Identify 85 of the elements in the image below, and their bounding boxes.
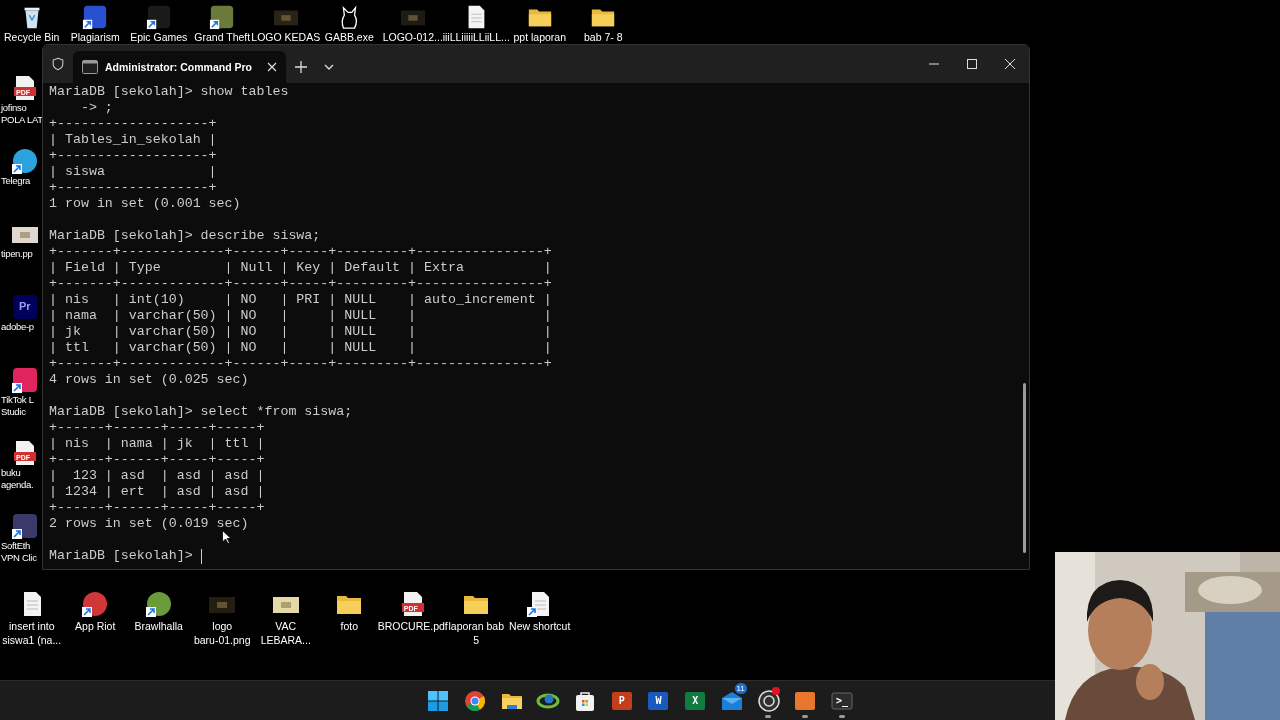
icon-label: adobe-p — [0, 321, 34, 333]
app-icon[interactable] — [11, 512, 39, 540]
icon-label: Studic — [0, 406, 26, 418]
app-icon[interactable] — [144, 4, 173, 30]
icon-label: LOGO-012... — [382, 31, 443, 43]
icon-label: App Riot — [75, 620, 116, 632]
terminal-line: +------+------+-----+-----+ — [49, 420, 265, 436]
tab-title: Administrator: Command Pro — [105, 61, 252, 73]
icon-label: iiiLLiiiiiLLiiLL... — [442, 31, 510, 43]
close-icon[interactable] — [1005, 59, 1015, 69]
icon-label: Telegra — [0, 175, 31, 187]
terminal-line: -> ; — [79, 100, 113, 116]
icon-label: bab 7- 8 — [584, 31, 623, 43]
terminal-line: +------+------+-----+-----+ — [49, 500, 265, 516]
terminal-line: 1 row in set (0.001 sec) — [49, 196, 241, 212]
icon-label: baru-01.png — [193, 634, 251, 646]
icon-label: ppt laporan — [513, 31, 566, 43]
icon-label: New shortcut — [509, 620, 571, 632]
chevron-down-icon[interactable] — [324, 64, 334, 70]
mouse-pointer-icon — [222, 530, 232, 544]
terminal-line: MariaDB [sekolah]> show tables — [49, 84, 289, 100]
terminal-line: MariaDB [sekolah]> describe siswa; — [49, 228, 321, 244]
app-icon[interactable] — [81, 590, 110, 618]
maximize-icon[interactable] — [967, 59, 977, 69]
icon-label: BROCURE.pdf — [377, 620, 448, 632]
icon-label: Recycle Bin — [4, 31, 60, 43]
icon-label: siswa1 (na... — [2, 634, 62, 646]
icon-label: laporan bab — [448, 620, 504, 632]
icon-label: 5 — [473, 634, 480, 646]
close-tab-icon[interactable] — [267, 62, 277, 72]
icon-label: LEBARA... — [260, 634, 311, 646]
terminal-line: +-------------------+ — [49, 180, 217, 196]
icon-label: insert into — [9, 620, 55, 632]
icon-label: jofinso — [0, 102, 27, 114]
terminal-line: +-------+-------------+------+-----+---------+----------------+ — [49, 244, 552, 260]
terminal-line: | Tables_in_sekolah | — [49, 132, 217, 148]
icon-label: agenda. — [0, 479, 34, 491]
icon-label: GABB.exe — [324, 31, 374, 43]
tab[interactable]: Administrator: Command Pro — [73, 51, 286, 83]
terminal-line: +-------+-------------+------+-----+---------+----------------+ — [49, 276, 552, 292]
icon-text: Pr — [19, 301, 31, 312]
shield-icon — [51, 57, 65, 71]
terminal-line: | nis | int(10) | NO | PRI | NULL | auto_increment | — [49, 292, 552, 308]
start-icon[interactable] — [426, 688, 451, 713]
terminal-line: | ttl | varchar(50) | NO | | NULL | | — [49, 340, 552, 356]
terminal-line: | nis | nama | jk | ttl | — [49, 436, 265, 452]
icon-label: Epic Games — [130, 31, 188, 43]
terminal-line: +------+------+-----+-----+ — [49, 452, 265, 468]
terminal-line: | 1234 | ert | asd | asd | — [49, 484, 265, 500]
camera-app-icon[interactable] — [756, 688, 781, 713]
plus-icon[interactable] — [295, 61, 307, 73]
icon-label: Plagiarism — [70, 31, 120, 43]
icon-label: logo — [212, 620, 233, 632]
app-icon[interactable] — [11, 147, 39, 175]
icon-label: Brawlhalla — [134, 620, 183, 632]
app-icon[interactable] — [144, 590, 173, 618]
icon-label: buku — [0, 467, 21, 479]
terminal-line: | 123 | asd | asd | asd | — [49, 468, 265, 484]
terminal-line: MariaDB [sekolah]> select *from siswa; — [49, 404, 353, 420]
icon-label: tipen.pp — [0, 248, 33, 260]
terminal-line: | jk | varchar(50) | NO | | NULL | | — [49, 324, 552, 340]
terminal-prompt: MariaDB [sekolah]> — [49, 548, 193, 564]
terminal-line: 4 rows in set (0.025 sec) — [49, 372, 249, 388]
terminal-line: +-------------------+ — [49, 116, 217, 132]
icon-label: Grand Theft — [194, 31, 251, 43]
browser-icon[interactable] — [463, 688, 488, 713]
icon-label: POLA LAT — [0, 114, 43, 126]
text-cursor — [200, 548, 202, 564]
icon-label: TikTok L — [0, 394, 34, 406]
terminal-line: | Field | Type | Null | Key | Default | Extra | — [49, 260, 552, 276]
app-icon[interactable] — [11, 366, 39, 394]
icon-label: SoftEth — [0, 540, 31, 552]
terminal-icon — [82, 60, 98, 74]
terminal-line: +-------------------+ — [49, 148, 217, 164]
scrollbar-thumb[interactable] — [1023, 383, 1026, 553]
notification-badge: 11 — [734, 683, 747, 694]
icon-label: VPN Clic — [0, 552, 37, 564]
app-icon[interactable]: Pr — [11, 293, 39, 321]
icon-label: VAC — [275, 620, 297, 632]
icon-label: LOGO KEDAS — [251, 31, 321, 43]
terminal-line: 2 rows in set (0.019 sec) — [49, 516, 249, 532]
icon-label: foto — [340, 620, 358, 632]
terminal-line: | siswa | — [49, 164, 217, 180]
terminal-line: | nama | varchar(50) | NO | | NULL | | — [49, 308, 552, 324]
terminal-line: +-------+-------------+------+-----+---------+----------------+ — [49, 356, 552, 372]
